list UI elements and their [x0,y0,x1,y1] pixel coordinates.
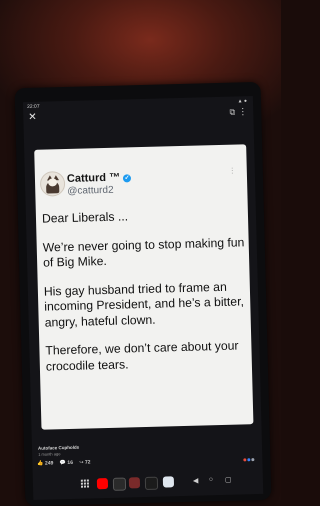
page-indicator [242,448,255,466]
tablet-screen: 22:07 ▲ ● ✕ ⧉ ⋮ Catturd ™ ✓ @catturd2 … D… [22,96,264,500]
home-icon[interactable]: ○ [209,476,213,483]
more-vertical-icon[interactable]: ⋮ [238,106,247,117]
app-icon[interactable] [112,477,127,491]
like-button[interactable]: 👍 249 [37,460,53,466]
top-bar: ✕ ⧉ ⋮ [23,105,253,127]
tablet-device: 22:07 ▲ ● ✕ ⧉ ⋮ Catturd ™ ✓ @catturd2 … D… [14,81,272,506]
browser-app-icon[interactable] [162,476,175,488]
display-name: Catturd ™ ✓ [66,171,132,185]
share-button[interactable]: ↪ 72 [79,459,90,465]
post-author[interactable]: Autoface Cupholds [38,445,79,451]
tweet-text: Dear Liberals ... We’re never going to s… [42,206,252,387]
app-icon[interactable] [128,477,141,489]
display-name-text: Catturd ™ [66,171,121,185]
like-count: 249 [44,460,54,467]
share-count: 72 [84,459,91,466]
tweet-line: We’re never going to stop making fun of … [42,234,245,270]
tweet-line: Dear Liberals ... [41,209,129,226]
tweet-line: Therefore, we don’t care about your croc… [45,338,239,374]
share-icon[interactable]: ⧉ [229,108,235,118]
verified-badge-icon: ✓ [123,174,132,183]
user-handle: @catturd2 [67,184,114,197]
more-dots-icon: … [229,166,239,175]
android-taskbar: ◀ ○ ▢ [33,465,264,499]
tweet-line: His gay husband tried to frame an incomi… [43,279,245,330]
status-time: 22:07 [26,103,40,110]
tweet-screenshot-card: Catturd ™ ✓ @catturd2 … Dear Liberals ...… [34,144,254,430]
back-icon[interactable]: ◀ [193,477,199,485]
recents-icon[interactable]: ▢ [225,476,232,484]
comment-count: 16 [67,459,74,467]
status-indicators: ▲ ● [237,98,248,105]
app-icon[interactable] [144,476,159,491]
comment-button[interactable]: 💬 16 [60,460,73,466]
app-drawer-icon[interactable] [80,479,90,488]
post-time: 1 month ago [38,451,61,457]
post-actions: 👍 249 💬 16 ↪ 72 [37,459,95,466]
avatar [39,171,66,197]
youtube-app-icon[interactable] [96,477,109,490]
close-icon[interactable]: ✕ [28,112,37,124]
